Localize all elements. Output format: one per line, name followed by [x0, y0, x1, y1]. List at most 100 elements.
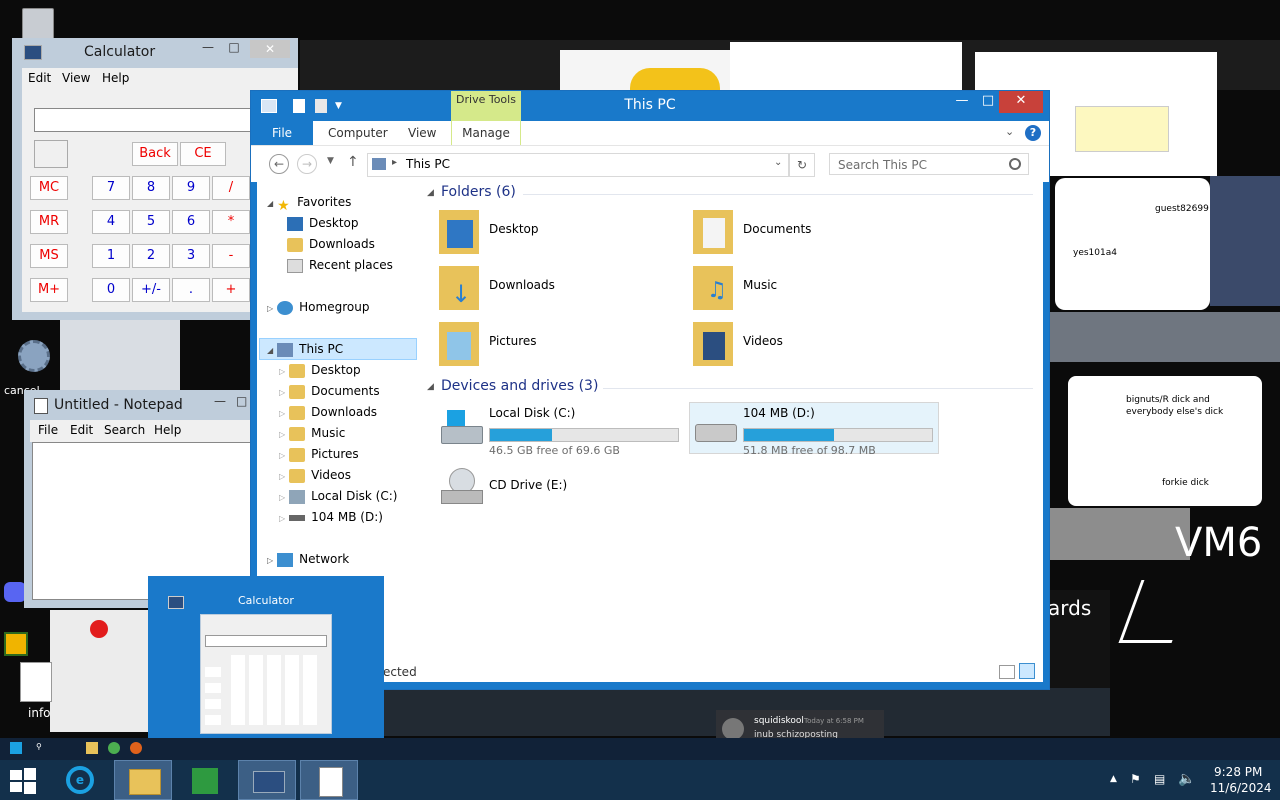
nav-pc-pictures[interactable]: ▷ Pictures — [279, 444, 359, 464]
notepad-maximize-button[interactable]: □ — [236, 394, 250, 412]
nav-pc-videos[interactable]: ▷ Videos — [279, 465, 351, 485]
nav-pc-d-drive[interactable]: ▷ 104 MB (D:) — [279, 507, 383, 527]
discord-desktop-icon[interactable] — [4, 582, 26, 604]
tray-volume-icon[interactable]: 🔈 — [1178, 771, 1195, 787]
calculator-menu-edit[interactable]: Edit — [28, 71, 51, 85]
calculator-thumbnail-preview[interactable]: Calculator — [148, 576, 384, 752]
calculator-key-9[interactable]: 9 — [172, 176, 210, 200]
notepad-menu-file[interactable]: File — [38, 423, 58, 437]
drive-c-usage-fill — [490, 429, 553, 441]
address-bar[interactable]: ▸ This PC ⌄ — [367, 153, 789, 177]
calculator-key-minus[interactable]: - — [212, 244, 250, 268]
notepad-menu-edit[interactable]: Edit — [70, 423, 93, 437]
drive-tile-c[interactable]: Local Disk (C:) 46.5 GB free of 69.6 GB — [439, 404, 687, 457]
folder-tile-desktop[interactable]: Desktop — [439, 210, 659, 254]
taskbar-time[interactable]: 9:28 PM — [1214, 765, 1262, 779]
geometry-desktop-icon[interactable] — [4, 632, 32, 660]
calculator-key-5[interactable]: 5 — [132, 210, 170, 234]
nav-this-pc[interactable]: ◢ This PC — [267, 339, 343, 359]
nav-network[interactable]: ▷ Network — [267, 549, 349, 569]
folders-collapse-icon[interactable]: ◢ — [427, 188, 434, 198]
start-button[interactable] — [10, 768, 36, 794]
wallpaper-dick2-text: forkie dick — [1162, 478, 1209, 488]
tab-computer[interactable]: Computer — [328, 121, 388, 145]
refresh-icon[interactable]: ↻ — [789, 153, 815, 177]
nav-pc-documents[interactable]: ▷ Documents — [279, 381, 380, 401]
folder-tile-music[interactable]: ♫ Music — [693, 266, 913, 310]
forward-arrow-icon[interactable]: → — [297, 154, 317, 174]
text-file-desktop-icon[interactable] — [20, 662, 54, 702]
tray-action-center-icon[interactable]: ⚑ — [1130, 772, 1141, 786]
drive-tile-d[interactable]: 104 MB (D:) 51.8 MB free of 98.7 MB — [693, 404, 941, 457]
internet-explorer-icon: e — [66, 766, 94, 794]
large-icons-view-icon[interactable] — [1019, 663, 1035, 679]
drive-tile-cd[interactable]: CD Drive (E:) — [439, 464, 659, 512]
settings-gear-desktop-icon[interactable] — [14, 338, 54, 378]
nav-pc-music[interactable]: ▷ Music — [279, 423, 345, 443]
explorer-titlebar[interactable]: ▼ Drive Tools This PC — □ ✕ — [251, 91, 1049, 121]
nav-pc-desktop[interactable]: ▷ Desktop — [279, 360, 361, 380]
taskbar-notepad[interactable] — [300, 760, 358, 800]
explorer-close-button[interactable]: ✕ — [999, 91, 1043, 113]
calculator-maximize-button[interactable]: □ — [224, 40, 244, 60]
calculator-close-button[interactable]: ✕ — [250, 40, 290, 58]
tab-file[interactable]: File — [251, 121, 313, 145]
calculator-menu-view[interactable]: View — [62, 71, 90, 85]
notepad-menu-help[interactable]: Help — [154, 423, 181, 437]
taskbar-calculator[interactable] — [238, 760, 296, 800]
nav-pc-downloads[interactable]: ▷ Downloads — [279, 402, 377, 422]
calculator-minimize-button[interactable]: — — [198, 40, 218, 60]
up-arrow-icon[interactable]: ↑ — [347, 154, 359, 170]
calculator-key-4[interactable]: 4 — [92, 210, 130, 234]
calculator-key-1[interactable]: 1 — [92, 244, 130, 268]
nav-fav-recent[interactable]: Recent places — [287, 255, 393, 275]
taskbar-date[interactable]: 11/6/2024 — [1210, 781, 1272, 795]
calculator-menu-help[interactable]: Help — [102, 71, 129, 85]
back-arrow-icon[interactable]: ← — [269, 154, 289, 174]
nav-favorites[interactable]: ◢ ★ Favorites — [267, 192, 351, 214]
calculator-key-plus[interactable]: + — [212, 278, 250, 302]
nav-pc-local-disk[interactable]: ▷ Local Disk (C:) — [279, 486, 397, 506]
address-dropdown-icon[interactable]: ⌄ — [774, 157, 782, 168]
thumbnail-calculator-image — [200, 614, 332, 734]
calculator-key-decimal[interactable]: . — [172, 278, 210, 302]
search-input[interactable]: Search This PC — [829, 153, 1029, 175]
calculator-back-button[interactable]: Back — [132, 142, 178, 166]
folder-tile-documents[interactable]: Documents — [693, 210, 913, 254]
calculator-key-3[interactable]: 3 — [172, 244, 210, 268]
ribbon-expand-chevron-icon[interactable]: ⌄ — [1005, 125, 1014, 138]
tab-manage[interactable]: Manage — [451, 121, 521, 145]
folder-tile-videos[interactable]: Videos — [693, 322, 913, 366]
calculator-mc-button[interactable]: MC — [30, 176, 68, 200]
notepad-minimize-button[interactable]: — — [214, 394, 230, 412]
taskbar-file-explorer[interactable] — [114, 760, 172, 800]
devices-collapse-icon[interactable]: ◢ — [427, 382, 434, 392]
tray-network-icon[interactable]: ▤ — [1154, 772, 1165, 786]
calculator-key-7[interactable]: 7 — [92, 176, 130, 200]
chat-user: squidiskool — [754, 716, 804, 726]
calculator-ms-button[interactable]: MS — [30, 244, 68, 268]
nav-fav-downloads[interactable]: Downloads — [287, 234, 375, 254]
tab-view[interactable]: View — [408, 121, 436, 145]
calculator-key-8[interactable]: 8 — [132, 176, 170, 200]
taskbar-internet-explorer[interactable]: e — [52, 760, 110, 800]
calculator-mplus-button[interactable]: M+ — [30, 278, 68, 302]
help-icon[interactable]: ? — [1025, 125, 1041, 141]
notepad-menu-search[interactable]: Search — [104, 423, 145, 437]
recent-locations-chevron-icon[interactable]: ▼ — [327, 156, 334, 166]
taskbar-store[interactable] — [176, 760, 234, 800]
calculator-ce-button[interactable]: CE — [180, 142, 226, 166]
nav-fav-desktop[interactable]: Desktop — [287, 213, 359, 233]
calculator-key-6[interactable]: 6 — [172, 210, 210, 234]
calculator-key-2[interactable]: 2 — [132, 244, 170, 268]
details-view-icon[interactable] — [999, 665, 1015, 679]
folder-tile-downloads[interactable]: ↓ Downloads — [439, 266, 659, 310]
tray-show-hidden-icon[interactable]: ▲ — [1110, 774, 1117, 784]
calculator-key-divide[interactable]: / — [212, 176, 250, 200]
calculator-mr-button[interactable]: MR — [30, 210, 68, 234]
nav-homegroup[interactable]: ▷ Homegroup — [267, 297, 369, 317]
folder-tile-pictures[interactable]: Pictures — [439, 322, 659, 366]
calculator-key-multiply[interactable]: * — [212, 210, 250, 234]
calculator-key-0[interactable]: 0 — [92, 278, 130, 302]
calculator-key-sign[interactable]: +/- — [132, 278, 170, 302]
